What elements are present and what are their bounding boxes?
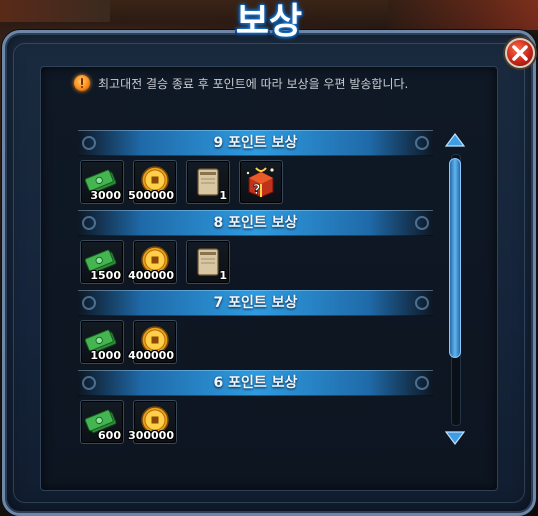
close-button[interactable] [505, 38, 535, 68]
reward-tier-9: 9 포인트 보상 3000 500000 1 ? [78, 128, 433, 208]
reward-slot-ticket[interactable]: 1 [186, 160, 230, 204]
tier-label: 8 포인트 보상 [213, 215, 298, 231]
reward-slot-box[interactable]: ? [239, 160, 283, 204]
item-quantity: 500000 [128, 189, 174, 202]
item-quantity: 1000 [90, 349, 121, 362]
item-quantity: 1 [219, 269, 227, 282]
item-quantity: 400000 [128, 349, 174, 362]
alert-icon [74, 75, 90, 91]
scroll-up-arrow-icon[interactable] [445, 132, 465, 148]
scroll-down-arrow-icon[interactable] [445, 430, 465, 446]
reward-slot-gold[interactable]: 500000 [128, 160, 177, 204]
reward-list[interactable]: 9 포인트 보상 3000 500000 1 ? 8 포인트 보상 1500 4… [78, 128, 433, 448]
item-quantity: 1 [219, 189, 227, 202]
tier-banner: 9 포인트 보상 [78, 130, 433, 156]
reward-slot-cash[interactable]: 1000 [80, 320, 124, 364]
reward-slot-cash[interactable]: 1500 [80, 240, 124, 284]
window-title: 보상 [235, 1, 303, 42]
reward-slot-ticket[interactable]: 1 [186, 240, 230, 284]
tier-label: 7 포인트 보상 [213, 295, 298, 311]
reward-slot-gold[interactable]: 400000 [128, 240, 177, 284]
item-quantity: 3000 [90, 189, 121, 202]
reward-tier-8: 8 포인트 보상 1500 400000 1 [78, 208, 433, 288]
scroll-thumb[interactable] [449, 158, 461, 358]
reward-tier-7: 7 포인트 보상 1000 400000 [78, 288, 433, 368]
close-icon [512, 45, 528, 61]
tier-banner: 6 포인트 보상 [78, 370, 433, 396]
game-screen: 보상 최고대전 결승 종료 후 포인트에 따라 보상을 우편 발송합니다. 9 … [0, 0, 538, 516]
tier-label: 6 포인트 보상 [213, 375, 298, 391]
item-quantity: 1500 [90, 269, 121, 282]
item-quantity: 300000 [128, 429, 174, 442]
tier-banner: 7 포인트 보상 [78, 290, 433, 316]
item-quantity: 600 [98, 429, 121, 442]
notice-row: 최고대전 결승 종료 후 포인트에 따라 보상을 우편 발송합니다. [74, 73, 408, 93]
item-quantity: 400000 [128, 269, 174, 282]
mystery-box-icon: ? [246, 167, 274, 198]
tier-banner: 8 포인트 보상 [78, 210, 433, 236]
reward-slot-cash[interactable]: 3000 [80, 160, 124, 204]
scrollbar[interactable] [445, 130, 465, 448]
reward-slot-cash[interactable]: 600 [80, 400, 124, 444]
notice-text: 최고대전 결승 종료 후 포인트에 따라 보상을 우편 발송합니다. [98, 76, 409, 91]
reward-tier-6: 6 포인트 보상 600 300000 [78, 368, 433, 448]
tier-label: 9 포인트 보상 [213, 135, 298, 151]
reward-slot-gold[interactable]: 400000 [128, 320, 177, 364]
reward-slot-gold[interactable]: 300000 [128, 400, 177, 444]
svg-text:?: ? [253, 183, 261, 198]
